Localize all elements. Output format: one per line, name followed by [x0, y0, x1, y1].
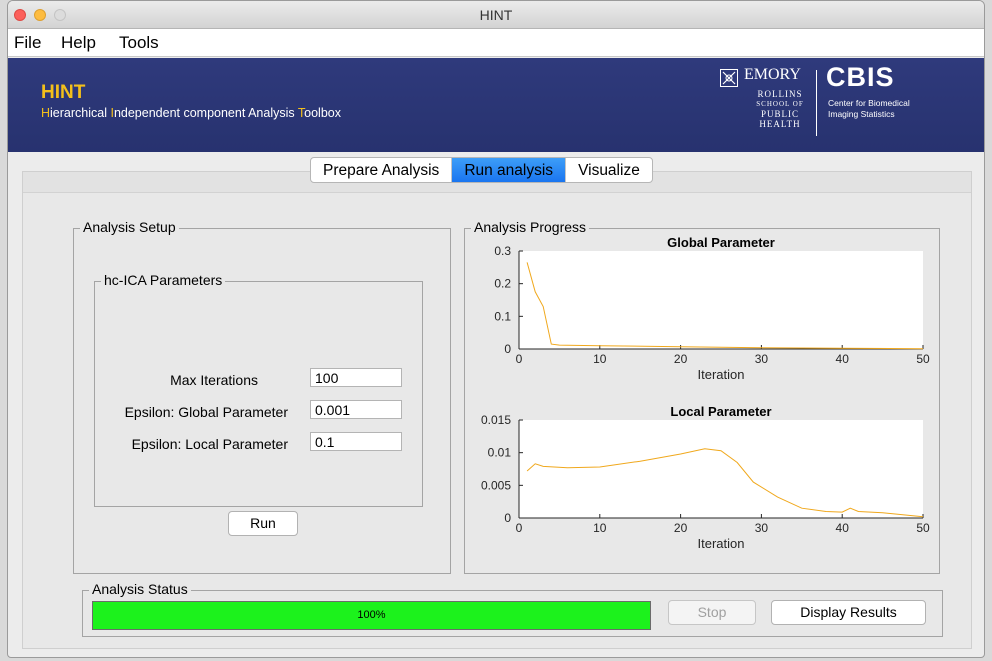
logo-divider — [816, 70, 817, 136]
x-tick-label: 10 — [593, 352, 607, 366]
y-tick-label: 0.1 — [494, 309, 511, 323]
x-tick-label: 40 — [836, 521, 850, 535]
tab-content-panel: Analysis Setup hc-ICA Parameters Max Ite… — [22, 171, 972, 649]
x-tick-label: 20 — [674, 521, 688, 535]
rollins-logo-text: ROLLINS SCHOOL OF PUBLIC HEALTH — [750, 89, 810, 129]
analysis-setup-group: Analysis Setup hc-ICA Parameters Max Ite… — [73, 219, 451, 574]
display-results-button[interactable]: Display Results — [771, 600, 926, 625]
y-tick-label: 0 — [504, 342, 511, 356]
x-tick-label: 0 — [516, 352, 523, 366]
x-tick-label: 30 — [755, 521, 769, 535]
subtitle-part: ndependent component Analysis — [113, 106, 298, 120]
x-tick-label: 40 — [836, 352, 850, 366]
cbis-logo-text: CBIS — [826, 62, 895, 92]
logo-line: SCHOOL OF — [756, 100, 804, 108]
y-tick-label: 0.3 — [494, 244, 511, 258]
y-tick-label: 0.2 — [494, 277, 511, 291]
max-iterations-input[interactable] — [310, 368, 402, 387]
app-subtitle: Hierarchical Independent component Analy… — [41, 106, 341, 120]
run-button[interactable]: Run — [228, 511, 298, 536]
x-tick-label: 20 — [674, 352, 688, 366]
logo-line: Imaging Statistics — [828, 109, 895, 119]
epsilon-local-label: Epsilon: Local Parameter — [131, 436, 288, 452]
y-tick-label: 0.01 — [488, 446, 512, 460]
subtitle-part: oolbox — [304, 106, 341, 120]
subtitle-part: H — [41, 106, 51, 120]
logo-line: PUBLIC — [760, 109, 799, 119]
y-tick-label: 0 — [504, 511, 511, 525]
x-tick-label: 10 — [593, 521, 607, 535]
x-tick-label: 0 — [516, 521, 523, 535]
menu-tools[interactable]: Tools — [119, 33, 159, 53]
chart-title: Local Parameter — [670, 404, 771, 419]
hc-ica-parameters-group: hc-ICA Parameters Max Iterations Epsilon… — [94, 272, 423, 507]
subtitle-part: ierarchical — [50, 106, 111, 120]
stop-button[interactable]: Stop — [668, 600, 756, 625]
menu-file[interactable]: File — [14, 33, 41, 53]
window-title: HINT — [479, 7, 513, 23]
app-name: HINT — [41, 82, 86, 103]
emory-logo-text: EMORY — [744, 66, 801, 83]
logo-line: Center for Biomedical — [828, 98, 910, 108]
x-axis-label: Iteration — [698, 367, 745, 382]
tab-prepare-analysis[interactable]: Prepare Analysis — [311, 158, 451, 182]
tab-bar: Prepare Analysis Run analysis Visualize — [310, 157, 653, 183]
y-tick-label: 0.005 — [481, 478, 511, 492]
analysis-progress-bar: 100% — [92, 601, 651, 630]
plot-area — [519, 420, 923, 518]
y-tick-label: 0.015 — [481, 413, 511, 427]
analysis-progress-group: Analysis Progress Global Parameter 0 10 20 3… — [464, 219, 940, 574]
tab-run-analysis[interactable]: Run analysis — [451, 158, 566, 182]
x-axis-label: Iteration — [698, 536, 745, 551]
progress-bar-text: 100% — [357, 609, 386, 621]
epsilon-local-input[interactable] — [310, 432, 402, 451]
x-tick-label: 30 — [755, 352, 769, 366]
logo-line: HEALTH — [759, 119, 801, 129]
cbis-logo-subtitle: Center for Biomedical Imaging Statistics — [828, 98, 910, 120]
x-tick-label: 50 — [916, 352, 930, 366]
chart-title: Global Parameter — [667, 235, 775, 250]
app-banner: HINT Hierarchical Independent component … — [8, 58, 984, 152]
emory-shield-icon — [720, 69, 738, 87]
logo-line: ROLLINS — [757, 89, 803, 99]
title-bar[interactable]: HINT — [8, 1, 984, 29]
epsilon-global-label: Epsilon: Global Parameter — [124, 404, 288, 420]
analysis-setup-label: Analysis Setup — [80, 219, 179, 235]
app-window: HINT File Help Tools HINT Hierarchical I… — [7, 0, 985, 658]
hc-ica-parameters-label: hc-ICA Parameters — [101, 272, 226, 288]
analysis-status-group: Analysis Status 100% Stop Display Result… — [82, 581, 943, 637]
tab-visualize[interactable]: Visualize — [565, 158, 652, 182]
x-tick-label: 50 — [916, 521, 930, 535]
menu-bar: File Help Tools — [8, 29, 984, 57]
max-iterations-label: Max Iterations — [170, 372, 258, 388]
analysis-status-label: Analysis Status — [89, 581, 191, 597]
menu-help[interactable]: Help — [61, 33, 96, 53]
progress-charts: Global Parameter 0 10 20 30 40 50 0 0.1 0.2 0.3 Ite… — [481, 235, 930, 551]
plot-area — [519, 251, 923, 349]
epsilon-global-input[interactable] — [310, 400, 402, 419]
